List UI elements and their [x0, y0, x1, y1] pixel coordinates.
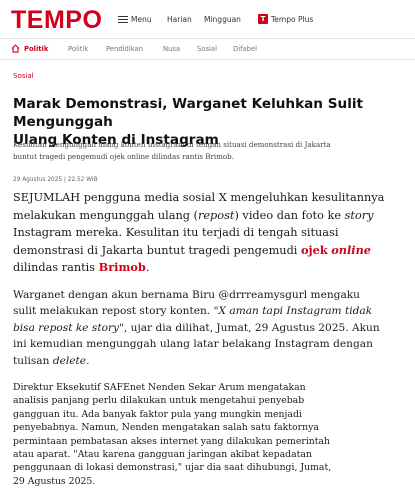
tag-link-online[interactable]: online: [331, 243, 371, 257]
tempo-plus-label: Tempo Plus: [271, 14, 314, 24]
home-icon: [11, 44, 20, 53]
subnav-item-politik-active[interactable]: Politik: [24, 45, 48, 53]
nav-harian[interactable]: Harian: [167, 15, 192, 24]
section-subnav: Politik Politik Pendidikan Nusa Sosial D…: [0, 38, 415, 60]
nav-mingguan[interactable]: Mingguan: [204, 15, 241, 24]
tempo-plus-button[interactable]: T Tempo Plus: [258, 14, 313, 24]
hamburger-icon: [118, 15, 128, 24]
subnav-item-difabel[interactable]: Difabel: [233, 45, 257, 53]
subnav-item-politik[interactable]: Politik: [68, 45, 88, 53]
article-paragraph-1: SEJUMLAH pengguna media sosial X mengelu…: [13, 191, 385, 275]
tempo-logo[interactable]: TEMPO: [11, 6, 102, 35]
subnav-item-sosial[interactable]: Sosial: [197, 45, 217, 53]
subnav-item-nusa[interactable]: Nusa: [163, 45, 180, 53]
tag-link-ojek[interactable]: ojek: [301, 243, 328, 257]
tempo-plus-icon: T: [258, 14, 268, 24]
publish-date: 29 Agustus 2025 | 22.52 WIB: [13, 177, 98, 183]
subnav-item-pendidikan[interactable]: Pendidikan: [106, 45, 143, 53]
article-paragraph-2: Warganet dengan akun bernama Biru @drrre…: [13, 289, 380, 367]
article-summary: Kesulitan mengunggah ulang konten Instag…: [13, 140, 331, 161]
top-bar: TEMPO Menu Harian Mingguan T Tempo Plus: [0, 0, 415, 38]
tag-link-brimob[interactable]: Brimob: [99, 260, 146, 274]
article-paragraph-3: Direktur Eksekutif SAFEnet Nenden Sekar …: [13, 382, 332, 487]
menu-label: Menu: [131, 15, 152, 24]
menu-button[interactable]: Menu: [118, 15, 152, 24]
article-category[interactable]: Sosial: [13, 72, 34, 80]
